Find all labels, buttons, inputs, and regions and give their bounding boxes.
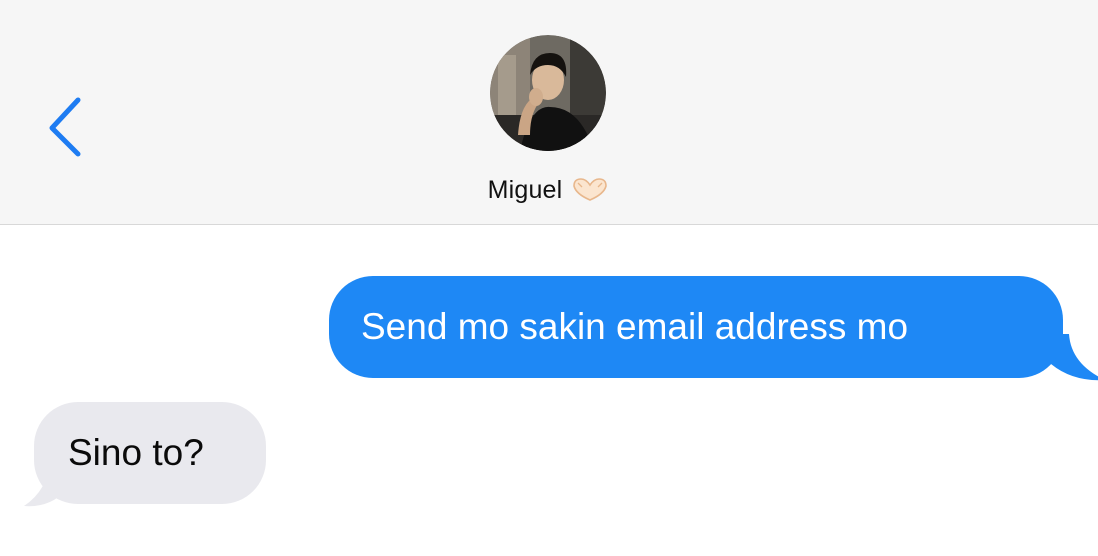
contact-photo [490,35,606,151]
contact-name: Miguel [487,175,563,204]
heart-hands-icon [573,178,608,201]
message-text: Sino to? [68,432,204,473]
back-button[interactable] [40,92,90,162]
conversation-header: Miguel [0,0,1098,225]
avatar[interactable] [490,35,606,151]
message-bubble: Sino to? [34,402,266,504]
outgoing-message[interactable]: Send mo sakin email address mo [329,276,1098,381]
message-thread: Send mo sakin email address mo Sino to? [0,226,1098,556]
incoming-message[interactable]: Sino to? [20,402,270,507]
chevron-left-icon [49,97,81,157]
message-bubble: Send mo sakin email address mo [329,276,1063,378]
message-text: Send mo sakin email address mo [361,306,909,347]
contact-title[interactable]: Miguel [0,170,1098,210]
